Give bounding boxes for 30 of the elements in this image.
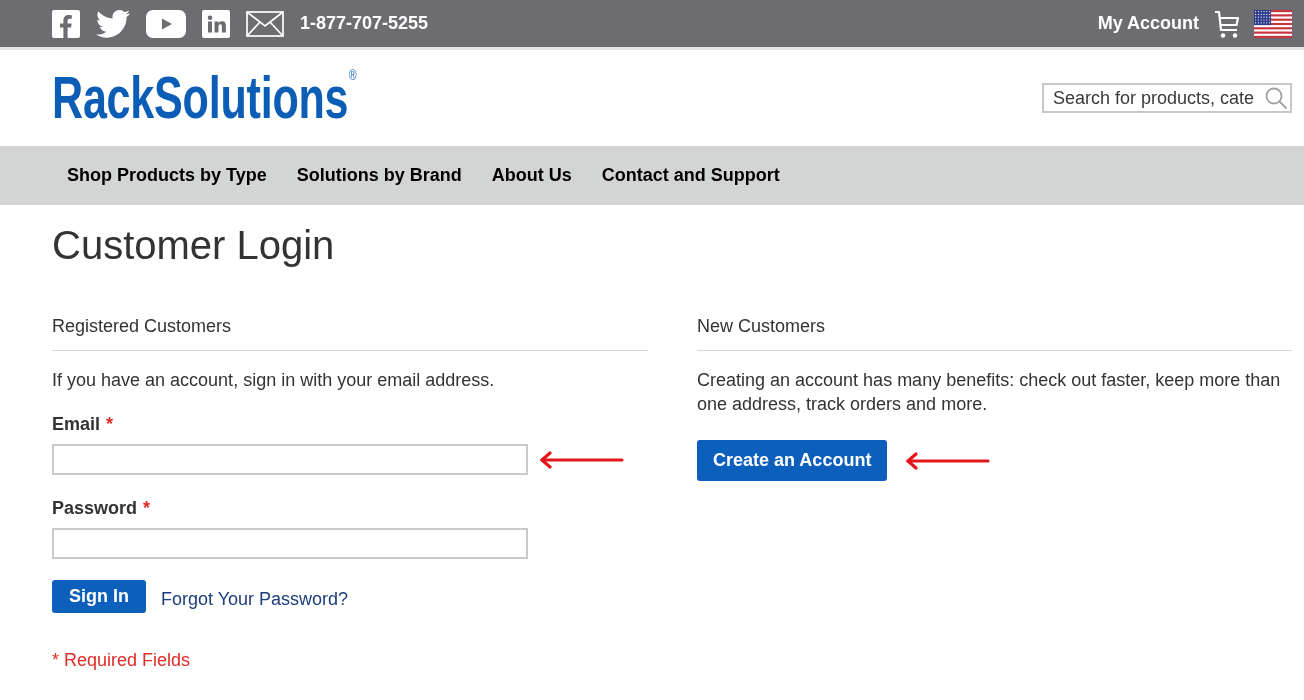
field-label: Password [52,498,138,518]
field-label: Email [52,414,101,434]
account-link[interactable]: My Account [1097,13,1199,34]
required-mark: * [143,498,151,518]
nav-link[interactable]: Solutions by Brand [296,165,462,186]
flag-icon[interactable] [1254,9,1292,38]
mail-icon[interactable] [246,10,284,37]
linkedin-icon[interactable] [202,9,230,38]
required-note: * Required Fields [52,649,191,672]
section-heading: New Customers [697,314,1292,351]
nav-link[interactable]: Contact and Support [601,165,780,186]
create-account-button[interactable]: Create an Account [697,440,888,481]
page-title: Customer Login [52,222,335,269]
section-heading: Registered Customers [52,314,648,351]
twitter-icon[interactable] [96,9,130,38]
sign-in-button[interactable]: Sign In [52,580,146,613]
logo[interactable]: RackSolutions$^{®}$ [52,68,357,128]
youtube-icon[interactable] [146,9,186,38]
nav-link[interactable]: Shop Products by Type [67,165,267,186]
phone-number: 1-877-707-5255 [300,13,429,34]
search-field[interactable]: Search for products, cate [1042,83,1292,113]
required-mark: * [106,414,114,434]
input-field[interactable] [52,528,528,559]
forgot-password-link[interactable]: Forgot Your Password? [161,586,349,611]
nav-link[interactable]: About Us [491,165,572,186]
intro-text: If you have an account, sign in with your email address. [52,369,496,392]
input-field[interactable] [52,444,528,475]
facebook-icon[interactable] [52,9,80,38]
intro-text: Creating an account has many benefits: check out faster, keep more than one address, track orders and more. [697,369,1282,416]
cart-icon[interactable] [1214,9,1240,38]
